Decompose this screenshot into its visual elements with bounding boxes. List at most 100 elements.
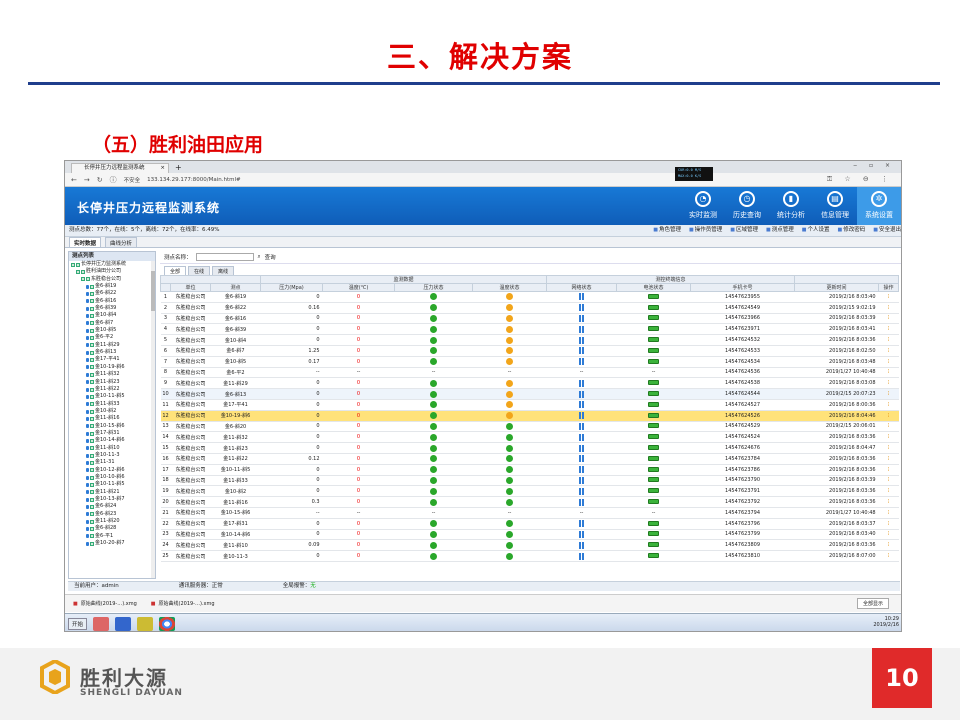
browser-menu-icons[interactable]: ⚿ ☆ ⊖ ⋮ — [827, 175, 893, 184]
table-row[interactable]: 7 东胜稳台公司 金10-斜5 0.17 0 14547624534 2019/2/16 8… — [160, 356, 899, 368]
search-icon[interactable]: ⌕ — [258, 254, 261, 261]
column-header[interactable]: 更新时间 — [794, 283, 880, 292]
browser-tab[interactable]: 长停井压力远程监测系统 × — [71, 163, 169, 173]
checkbox[interactable] — [90, 512, 94, 517]
table-row[interactable]: 21 东胜稳台公司 金10-15-斜6 -- -- -- -- -- -- 14547623794… — [160, 507, 899, 519]
checkbox[interactable] — [90, 306, 94, 311]
tree-node[interactable]: 金6-斜7 — [71, 320, 155, 327]
tab-online[interactable]: 在线 — [188, 266, 211, 275]
checkbox[interactable] — [90, 505, 94, 510]
tree-node[interactable]: 金17-平41 — [71, 356, 155, 363]
table-row[interactable]: 5 东胜稳台公司 金10-斜4 0 0 14547624532 2019/2/16 8:03… — [160, 334, 899, 346]
column-header[interactable]: 压力状态 — [394, 283, 474, 292]
tree-node[interactable]: 金11-斜32 — [71, 371, 155, 378]
tree-node[interactable]: 东胜稳台公司 — [71, 276, 155, 283]
table-row[interactable]: 15 东胜稳台公司 金11-斜23 0 0 14547624676 2019/2/16 8:… — [160, 442, 899, 454]
operate-icon[interactable]: ⫶ — [878, 464, 899, 476]
chrome-icon[interactable] — [159, 616, 176, 631]
point-name-select[interactable] — [195, 253, 254, 261]
column-header[interactable]: 电池状态 — [616, 283, 692, 292]
query-button[interactable]: 查询 — [265, 253, 276, 261]
checkbox[interactable] — [90, 475, 94, 480]
back-icon[interactable]: ← — [71, 176, 77, 184]
table-row[interactable]: 14 东胜稳台公司 金11-斜32 0 0 14547624524 2019/2/16 8:… — [160, 431, 899, 444]
nav-settings[interactable]: ✲ 系统设置 — [857, 187, 901, 225]
checkbox[interactable] — [90, 372, 94, 377]
nav-info[interactable]: ▤ 信息管理 — [813, 187, 857, 225]
checkbox[interactable] — [86, 277, 90, 282]
checkbox[interactable] — [90, 534, 94, 539]
nav-realtime[interactable]: ◔ 实时监测 — [681, 187, 725, 225]
operate-icon[interactable]: ⫶ — [878, 539, 899, 552]
window-controls[interactable]: ‒ ▫ × — [853, 162, 895, 169]
column-header[interactable]: 网络状态 — [546, 283, 618, 292]
table-row[interactable]: 9 东胜稳台公司 金11-斜29 0 0 14547624538 2019/2/16 8:0… — [160, 377, 899, 390]
checkbox[interactable] — [90, 541, 94, 546]
column-header[interactable]: 操作 — [878, 283, 900, 292]
checkbox[interactable] — [90, 431, 94, 436]
operate-icon[interactable]: ⫶ — [878, 345, 899, 357]
tree-node[interactable]: 金10-20-斜7 — [71, 540, 155, 547]
download-item[interactable]: 原始曲线(2019-…).xmg — [151, 600, 215, 607]
checkbox[interactable] — [90, 409, 94, 414]
table-row[interactable]: 3 东胜稳台公司 金6-斜16 0 0 14547623966 2019/2/16 8:03… — [160, 313, 899, 325]
start-button[interactable]: 开始 — [68, 617, 88, 630]
table-row[interactable]: 23 东胜稳台公司 金10-14-斜6 0 0 14547623799 2019/2/16 … — [160, 529, 899, 541]
operate-icon[interactable]: ⫶ — [878, 453, 899, 465]
column-header[interactable]: 温度(℃) — [322, 283, 396, 292]
checkbox[interactable] — [90, 490, 94, 495]
tree-node[interactable]: 金11-斜21 — [71, 489, 155, 496]
operate-icon[interactable]: ⫶ — [878, 431, 899, 444]
checkbox[interactable] — [90, 358, 94, 363]
download-item[interactable]: 原始曲线(2019-…).xmg — [73, 600, 137, 607]
column-header[interactable]: 压力(Mpa) — [260, 283, 324, 292]
checkbox[interactable] — [90, 387, 94, 392]
tree-node[interactable]: 金6-斜16 — [71, 298, 155, 305]
table-row[interactable]: 12 东胜稳台公司 金10-19-斜6 0 0 14547624526 2019/2/16 … — [160, 410, 899, 422]
checkbox[interactable] — [90, 284, 94, 289]
table-row[interactable]: 20 东胜稳台公司 金11-斜16 0.3 0 14547623792 2019/2/16 … — [160, 496, 899, 508]
checkbox[interactable] — [90, 402, 94, 407]
operate-icon[interactable]: ⫶ — [878, 334, 899, 346]
tree-node[interactable]: 金6-平1 — [71, 533, 155, 540]
operate-icon[interactable]: ⫶ — [878, 507, 899, 519]
checkbox[interactable] — [90, 438, 94, 443]
tree-node[interactable]: 金11-斜23 — [71, 379, 155, 386]
table-row[interactable]: 2 东胜稳台公司 金6-斜22 0.16 0 14547624549 2019/2/15 9… — [160, 302, 899, 314]
operate-icon[interactable]: ⫶ — [878, 421, 899, 433]
checkbox[interactable] — [90, 343, 94, 348]
tree-node[interactable]: 金6-斜24 — [71, 503, 155, 510]
table-row[interactable]: 8 东胜稳台公司 金6-平2 -- -- -- -- -- -- 14547624536 2019/… — [160, 367, 899, 379]
table-row[interactable]: 18 东胜稳台公司 金11-斜33 0 0 14547623790 2019/2/16 8:… — [160, 475, 899, 487]
tree-node[interactable]: 金10-11-斜5 — [71, 481, 155, 488]
tree-node[interactable]: 金10-斜4 — [71, 312, 155, 319]
tree-node[interactable]: 金10-14-斜6 — [71, 437, 155, 444]
tree-node[interactable]: 金10-11-斜5 — [71, 393, 155, 400]
tab-all[interactable]: 全部 — [164, 266, 187, 275]
tree-node[interactable]: 金10-斜5 — [71, 327, 155, 334]
checkbox[interactable] — [90, 365, 94, 370]
new-tab-icon[interactable]: + — [175, 163, 182, 173]
nav-history[interactable]: ◷ 历史查询 — [725, 187, 769, 225]
operate-icon[interactable]: ⫶ — [878, 410, 899, 422]
tree-scrollbar[interactable] — [151, 261, 155, 578]
table-row[interactable]: 6 东胜稳台公司 金6-斜7 1.25 0 14547624533 2019/2/16 8:… — [160, 345, 899, 357]
column-header[interactable]: 温度状态 — [472, 283, 548, 292]
operate-icon[interactable]: ⫶ — [878, 313, 899, 325]
column-header[interactable]: 单位 — [170, 283, 211, 292]
reload-icon[interactable]: ↻ — [97, 176, 103, 184]
checkbox[interactable] — [90, 460, 94, 465]
table-row[interactable]: 24 东胜稳台公司 金11-斜10 0.09 0 14547623809 2019/2/16… — [160, 539, 899, 552]
operate-icon[interactable]: ⫶ — [878, 302, 899, 314]
column-header[interactable] — [160, 283, 171, 292]
table-row[interactable]: 17 东胜稳台公司 金10-11-斜5 0 0 14547623786 2019/2/16 … — [160, 464, 899, 476]
tree-node[interactable]: 胜利油田分公司 — [71, 268, 155, 275]
table-row[interactable]: 25 东胜稳台公司 金10-11-3 0 0 14547623810 2019/2/16 8… — [160, 550, 899, 562]
table-row[interactable]: 19 东胜稳台公司 金10-斜2 0 0 14547623791 2019/2/16 8:0… — [160, 485, 899, 498]
app-icon[interactable] — [115, 616, 132, 631]
tree-node[interactable]: 金6-斜23 — [71, 511, 155, 518]
tree-node[interactable]: 金6-斜28 — [71, 525, 155, 532]
tab-curve-analysis[interactable]: 曲线分析 — [105, 237, 138, 247]
checkbox[interactable] — [90, 292, 94, 297]
checkbox[interactable] — [90, 299, 94, 304]
